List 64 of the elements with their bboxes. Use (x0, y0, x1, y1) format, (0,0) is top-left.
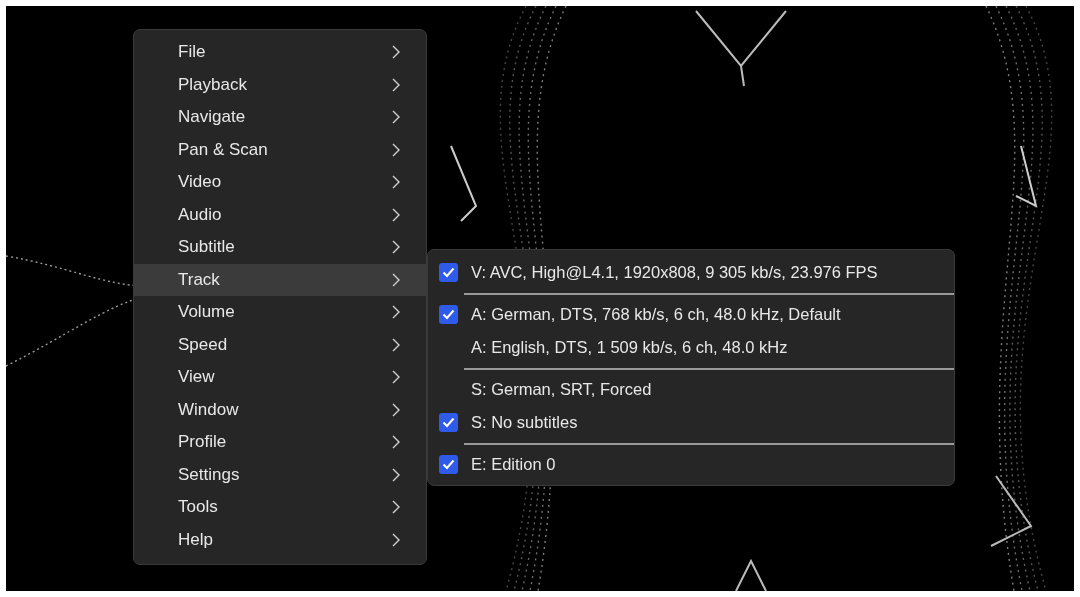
menu-item[interactable]: Audio (134, 198, 426, 231)
chevron-icon (392, 207, 400, 222)
menu-item[interactable]: Help (134, 523, 426, 556)
menu-item-label: Tools (178, 497, 218, 518)
menu-item-label: Window (178, 399, 239, 420)
chevron-icon (392, 337, 400, 352)
menu-item-label: Video (178, 172, 222, 193)
track-label: S: No subtitles (471, 412, 578, 432)
menu-item-label: Speed (178, 334, 228, 355)
menu-item-label: Settings (178, 464, 240, 485)
menu-item[interactable]: View (134, 361, 426, 394)
checkbox[interactable] (439, 455, 458, 475)
menu-item-label: Profile (178, 432, 227, 453)
menu-item[interactable]: Track (134, 263, 426, 296)
chevron-icon (392, 370, 400, 385)
submenu-item[interactable]: A: English, DTS, 1 509 kb/s, 6 ch, 48.0 kHz (428, 331, 954, 364)
checkbox[interactable] (439, 305, 458, 325)
menu-item-label: View (178, 367, 215, 388)
track-label: E: Edition 0 (471, 455, 556, 475)
chevron-icon (392, 77, 400, 92)
chevron-icon (392, 467, 400, 482)
menu-item[interactable]: Window (134, 393, 426, 426)
chevron-icon (392, 45, 400, 60)
menu-item[interactable]: Playback (134, 68, 426, 101)
menu-item-label: Volume (178, 302, 235, 323)
menu-item[interactable]: Video (134, 166, 426, 199)
menu-item[interactable]: Tools (134, 491, 426, 524)
menu-item[interactable]: Speed (134, 328, 426, 361)
menu-item[interactable]: Navigate (134, 101, 426, 134)
track-label: A: English, DTS, 1 509 kb/s, 6 ch, 48.0 kHz (471, 337, 788, 357)
checkbox[interactable] (439, 262, 458, 282)
menu-item-label: Pan & Scan (178, 139, 268, 160)
menu-item-label: Help (178, 529, 213, 550)
track-label: V: AVC, High@L4.1, 1920x808, 9 305 kb/s, 23.976 FPS (471, 262, 878, 282)
menu-item[interactable]: File (134, 36, 426, 69)
menu-item[interactable]: Pan & Scan (134, 133, 426, 166)
track-label: A: German, DTS, 768 kb/s, 6 ch, 48.0 kHz, Default (471, 305, 841, 325)
menu-item[interactable]: Profile (134, 426, 426, 459)
menu-item-label: Audio (178, 204, 222, 225)
chevron-icon (392, 435, 400, 450)
menu-item[interactable]: Subtitle (134, 231, 426, 264)
chevron-icon (392, 532, 400, 547)
submenu-item[interactable]: A: German, DTS, 768 kb/s, 6 ch, 48.0 kHz, Default (428, 298, 954, 331)
track-label: S: German, SRT, Forced (471, 380, 652, 400)
menu-item-label: File (178, 42, 206, 63)
submenu-item[interactable]: S: German, SRT, Forced (428, 373, 954, 406)
menu-item-label: Navigate (178, 107, 246, 128)
chevron-icon (392, 272, 400, 287)
chevron-icon (392, 175, 400, 190)
submenu-item[interactable]: E: Edition 0 (428, 448, 954, 481)
submenu-item[interactable]: V: AVC, High@L4.1, 1920x808, 9 305 kb/s, 23.976 FPS (428, 256, 954, 289)
chevron-icon (392, 402, 400, 417)
menu-item[interactable]: Volume (134, 296, 426, 329)
menu-item-label: Playback (178, 74, 247, 95)
chevron-icon (392, 240, 400, 255)
checkbox[interactable] (439, 412, 458, 432)
chevron-icon (392, 110, 400, 125)
chevron-icon (392, 142, 400, 157)
chevron-icon (392, 500, 400, 515)
chevron-icon (392, 305, 400, 320)
menu-item-label: Subtitle (178, 237, 235, 258)
menu-item-label: Track (178, 269, 220, 290)
submenu-item[interactable]: S: No subtitles (428, 406, 954, 439)
menu-item[interactable]: Settings (134, 458, 426, 491)
